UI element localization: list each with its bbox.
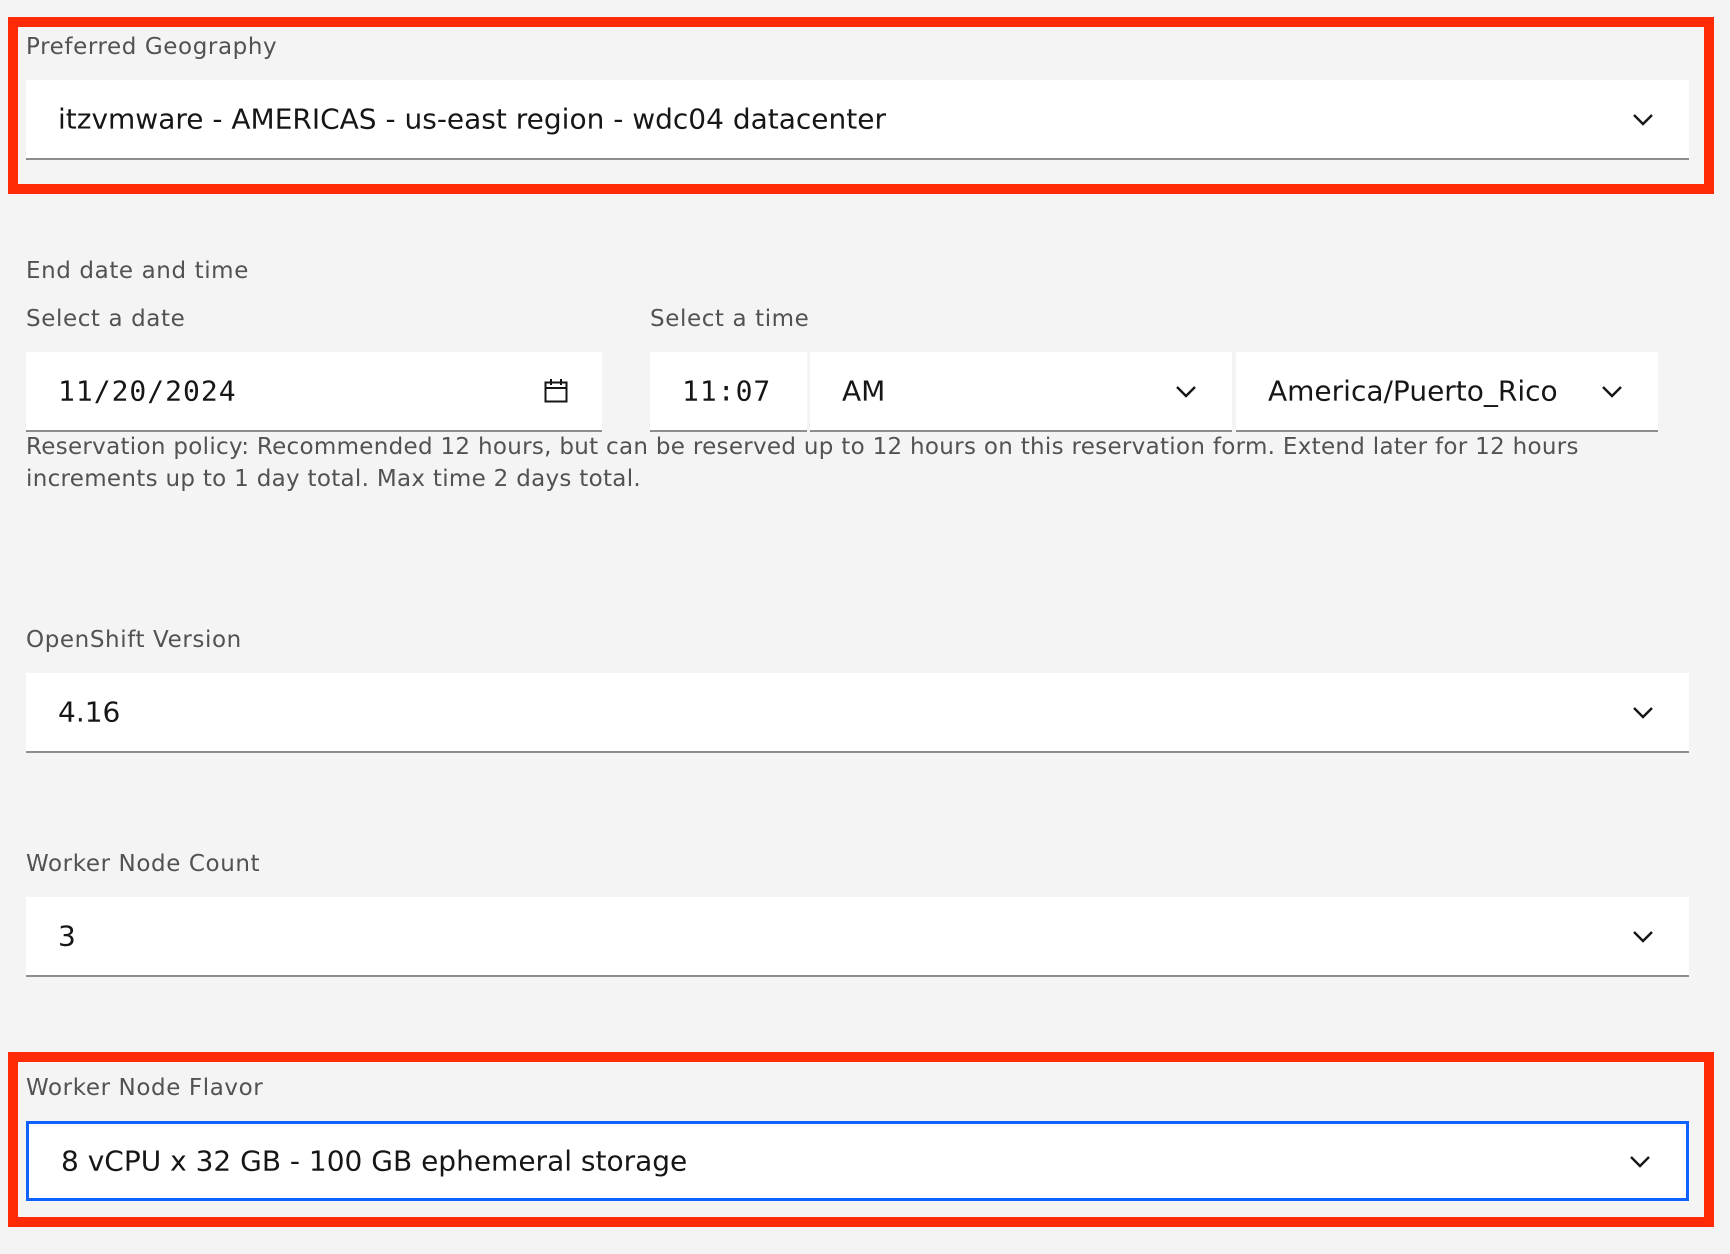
timezone-value: America/Puerto_Rico — [1268, 374, 1558, 408]
geography-value: itzvmware - AMERICAS - us-east region - … — [58, 102, 886, 136]
calendar-icon[interactable] — [542, 377, 570, 405]
chevron-down-icon — [1626, 1147, 1654, 1175]
date-label: Select a date — [26, 306, 186, 332]
worker-node-count-select[interactable]: 3 — [26, 897, 1689, 977]
worker-node-flavor-label: Worker Node Flavor — [26, 1075, 264, 1101]
worker-node-count-label: Worker Node Count — [26, 851, 261, 877]
timezone-select[interactable]: America/Puerto_Rico — [1236, 352, 1658, 432]
ampm-select[interactable]: AM — [810, 352, 1232, 432]
openshift-version-select[interactable]: 4.16 — [26, 673, 1689, 753]
chevron-down-icon — [1172, 377, 1200, 405]
reservation-policy-helper-text: Reservation policy: Recommended 12 hours… — [26, 434, 1579, 492]
chevron-down-icon — [1629, 105, 1657, 133]
time-label: Select a time — [650, 306, 810, 332]
geography-label: Preferred Geography — [26, 34, 278, 60]
time-value: 11:07 — [682, 374, 772, 408]
ampm-value: AM — [842, 374, 886, 408]
chevron-down-icon — [1629, 922, 1657, 950]
openshift-version-label: OpenShift Version — [26, 627, 242, 653]
openshift-version-value: 4.16 — [58, 695, 121, 729]
chevron-down-icon — [1629, 698, 1657, 726]
time-input[interactable]: 11:07 — [650, 352, 807, 432]
chevron-down-icon — [1598, 377, 1626, 405]
worker-node-flavor-value: 8 vCPU x 32 GB - 100 GB ephemeral storag… — [61, 1144, 688, 1178]
date-input[interactable]: 11/20/2024 — [26, 352, 602, 432]
geography-select[interactable]: itzvmware - AMERICAS - us-east region - … — [26, 80, 1689, 160]
date-value: 11/20/2024 — [58, 374, 237, 408]
worker-node-flavor-select[interactable]: 8 vCPU x 32 GB - 100 GB ephemeral storag… — [26, 1121, 1689, 1201]
worker-node-count-value: 3 — [58, 919, 76, 953]
end-datetime-label: End date and time — [26, 258, 249, 284]
